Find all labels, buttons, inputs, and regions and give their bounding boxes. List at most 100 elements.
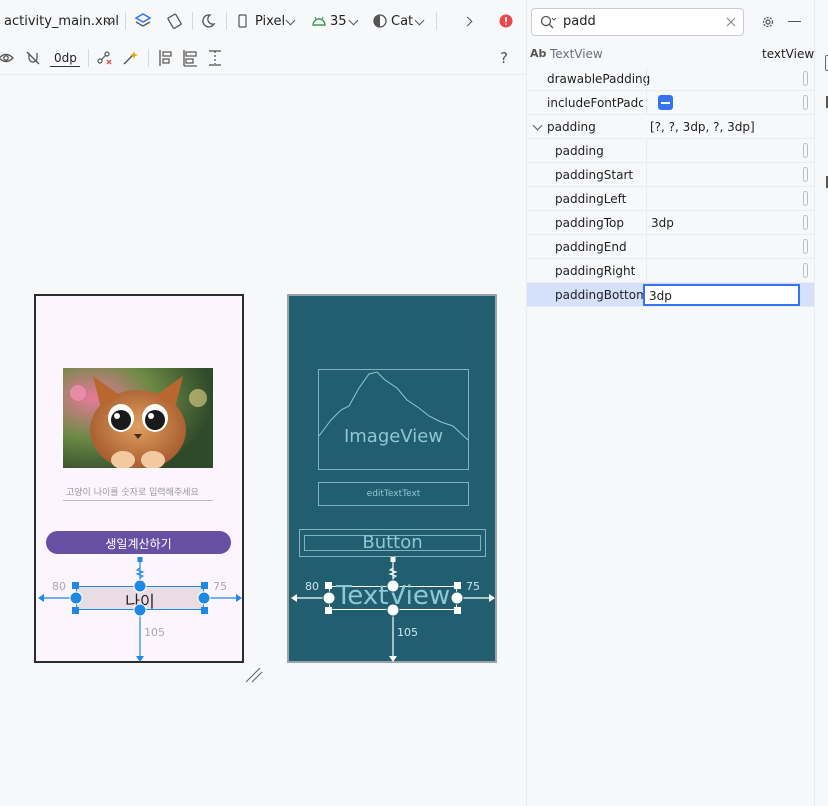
- attr-row-padding-group[interactable]: padding [?, ?, 3dp, ?, 3dp]: [527, 115, 814, 139]
- device-selector[interactable]: Pixel: [255, 14, 285, 29]
- file-tab[interactable]: activity_main.xml: [4, 14, 119, 29]
- attribute-search[interactable]: padd: [531, 8, 744, 36]
- api-level-selector[interactable]: 35: [330, 14, 347, 29]
- blueprint-imageview-label: ImageView: [343, 426, 444, 447]
- attr-row-paddingEnd[interactable]: paddingEnd: [527, 235, 814, 259]
- selection-handles[interactable]: [66, 574, 216, 622]
- blueprint-edittext[interactable]: editTextText: [318, 482, 469, 506]
- attr-value[interactable]: [646, 67, 814, 90]
- resource-picker[interactable]: [803, 95, 808, 110]
- blueprint-button-label: Button: [362, 532, 423, 553]
- pack-icon[interactable]: [157, 49, 173, 67]
- attr-row-includeFontPadding[interactable]: includeFontPaddi…: [527, 91, 814, 115]
- help-icon[interactable]: ?: [500, 49, 508, 67]
- search-icon: [540, 15, 556, 29]
- attr-row-paddingLeft[interactable]: paddingLeft: [527, 187, 814, 211]
- margin-left-label: 80: [52, 580, 66, 593]
- orientation-icon[interactable]: [166, 12, 184, 30]
- design-preview[interactable]: 고양이 나이를 숫자로 입력해주세요 생일계산하기 80 75 105 나이: [34, 294, 244, 663]
- theme-selector[interactable]: Cat: [391, 14, 413, 29]
- resource-picker[interactable]: [803, 143, 808, 158]
- cat-image[interactable]: [63, 368, 213, 468]
- component-id[interactable]: textView: [762, 47, 814, 61]
- attr-value[interactable]: [646, 235, 814, 258]
- blueprint-selection-handles[interactable]: [319, 574, 469, 622]
- blueprint-button[interactable]: Button: [299, 529, 486, 557]
- default-margin-value: 0dp: [54, 51, 77, 65]
- attr-value[interactable]: [646, 139, 814, 162]
- minimize-icon[interactable]: [788, 21, 801, 23]
- attr-name: paddingStart: [555, 168, 634, 182]
- eye-icon[interactable]: [0, 51, 14, 65]
- attr-row-paddingBottom[interactable]: paddingBottom 3dp: [527, 283, 814, 307]
- editor-toolbar: activity_main.xml Pixel 35 Cat: [0, 0, 527, 42]
- attr-value-editor[interactable]: 3dp: [643, 284, 800, 306]
- image-placeholder-icon: [319, 371, 468, 441]
- attr-row-paddingTop[interactable]: paddingTop 3dp: [527, 211, 814, 235]
- align-icon[interactable]: [182, 49, 198, 67]
- magnet-off-icon[interactable]: [25, 50, 41, 66]
- attr-row-paddingRight[interactable]: paddingRight: [527, 259, 814, 283]
- chevron-down-icon[interactable]: [532, 120, 543, 131]
- chevron-down-icon[interactable]: [348, 15, 359, 26]
- attr-value[interactable]: [646, 163, 814, 186]
- blueprint-edittext-label: editTextText: [366, 489, 421, 499]
- attr-name: drawablePadding: [547, 72, 651, 86]
- infer-constraints-icon[interactable]: [122, 50, 138, 66]
- default-margin-field[interactable]: 0dp: [50, 50, 80, 67]
- clear-constraints-icon[interactable]: [96, 50, 112, 66]
- search-input[interactable]: padd: [563, 14, 596, 29]
- toolbar-divider: [192, 12, 193, 30]
- chevron-down-icon[interactable]: [414, 15, 425, 26]
- resource-picker[interactable]: [803, 191, 808, 206]
- device-icon[interactable]: [238, 14, 248, 28]
- toolbar-divider: [148, 49, 149, 67]
- calculate-button[interactable]: 생일계산하기: [46, 531, 231, 554]
- attr-row-paddingStart[interactable]: paddingStart: [527, 163, 814, 187]
- night-mode-icon[interactable]: [200, 13, 216, 29]
- attr-name: paddingBottom: [555, 288, 648, 302]
- attr-value[interactable]: [?, ?, 3dp, ?, 3dp]: [646, 115, 814, 138]
- attr-name: padding: [555, 144, 604, 158]
- attr-value[interactable]: 3dp: [646, 211, 814, 234]
- resource-picker[interactable]: [803, 215, 808, 230]
- design-surface-icon[interactable]: [134, 12, 152, 30]
- error-icon[interactable]: [499, 14, 513, 28]
- resource-picker[interactable]: [803, 167, 808, 182]
- blueprint-margin-bottom-label: 105: [397, 626, 418, 639]
- attr-name: paddingRight: [555, 264, 636, 278]
- attr-row-drawablePadding[interactable]: drawablePadding: [527, 67, 814, 91]
- blueprint-imageview[interactable]: ImageView: [318, 369, 469, 470]
- attr-name: padding: [547, 120, 596, 134]
- android-api-icon[interactable]: [311, 15, 327, 27]
- textview-type-icon: Ab: [530, 47, 547, 60]
- guidelines-icon[interactable]: [207, 49, 223, 67]
- blueprint-preview[interactable]: ImageView editTextText Button 80 75 105 …: [287, 294, 497, 663]
- margin-bottom-label: 105: [144, 626, 165, 639]
- right-tool-rail: [814, 0, 828, 806]
- attr-value[interactable]: [646, 187, 814, 210]
- toolbar-divider: [436, 12, 437, 30]
- clear-search-icon[interactable]: [726, 17, 736, 27]
- attr-name: includeFontPaddi…: [547, 96, 643, 110]
- toolbar-divider: [226, 12, 227, 30]
- resource-picker[interactable]: [803, 263, 808, 278]
- resource-picker[interactable]: [803, 71, 808, 86]
- component-type: TextView: [550, 47, 603, 61]
- toolbar-divider: [125, 12, 126, 30]
- chevron-down-icon[interactable]: [285, 15, 296, 26]
- theme-icon[interactable]: [373, 14, 387, 28]
- age-input[interactable]: 고양이 나이를 숫자로 입력해주세요: [63, 482, 213, 501]
- attr-value[interactable]: [646, 259, 814, 282]
- resource-picker[interactable]: [803, 239, 808, 254]
- blueprint-margin-left-label: 80: [305, 580, 319, 593]
- attr-name: paddingEnd: [555, 240, 627, 254]
- resize-handle-icon[interactable]: [244, 666, 264, 684]
- tristate-checkbox[interactable]: [658, 95, 673, 110]
- chevron-right-icon[interactable]: [462, 16, 473, 27]
- attr-value[interactable]: [646, 91, 814, 114]
- attr-row-padding[interactable]: padding: [527, 139, 814, 163]
- toolbar-divider: [88, 49, 89, 67]
- attr-name: paddingTop: [555, 216, 625, 230]
- gear-icon[interactable]: [761, 15, 775, 29]
